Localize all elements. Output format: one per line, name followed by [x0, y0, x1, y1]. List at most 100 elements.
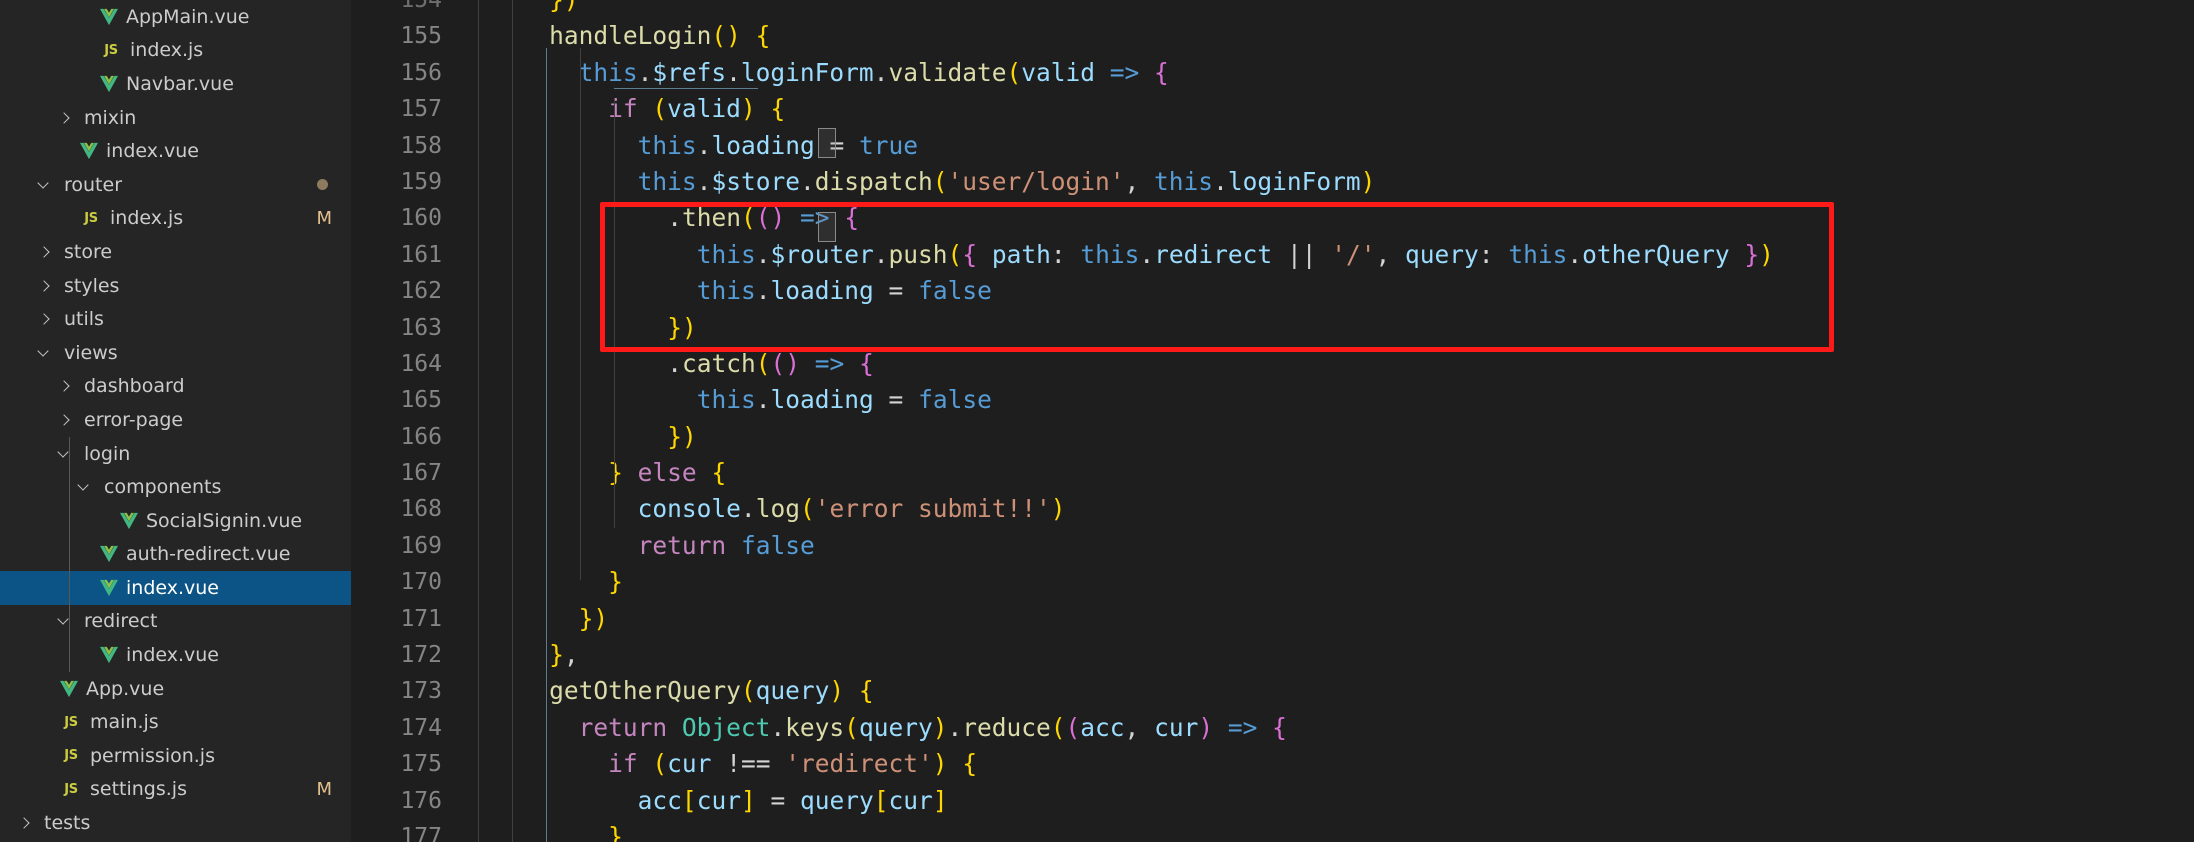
- editor-gutter: [464, 528, 486, 564]
- tree-item-dashboard[interactable]: dashboard: [0, 370, 352, 404]
- editor-gutter: [464, 491, 486, 527]
- tree-item-views[interactable]: views: [0, 336, 352, 370]
- overview-ruler[interactable]: [2174, 0, 2194, 842]
- editor-gutter: [464, 0, 486, 18]
- code-line[interactable]: 174 return Object.keys(query).reduce((ac…: [352, 710, 2194, 746]
- chevron-down-icon[interactable]: [50, 443, 78, 465]
- code-line[interactable]: 164 .catch(() => {: [352, 346, 2194, 382]
- tree-item-index-js[interactable]: JS index.js M: [0, 202, 352, 236]
- chevron-down-icon[interactable]: [30, 342, 58, 364]
- code-line-text: }): [486, 0, 2194, 18]
- tree-item-index-vue[interactable]: index.vue: [0, 571, 352, 605]
- chevron-right-icon[interactable]: [50, 375, 78, 397]
- tree-item-store[interactable]: store: [0, 235, 352, 269]
- code-line[interactable]: 155 handleLogin() {: [352, 18, 2194, 54]
- chevron-right-icon[interactable]: [10, 812, 38, 834]
- file-explorer-sidebar[interactable]: AppMain.vue JS index.js Navbar.vue mixin inde…: [0, 0, 352, 842]
- tree-item-appmain-vue[interactable]: AppMain.vue: [0, 0, 352, 34]
- js-file-icon: JS: [84, 210, 98, 226]
- code-line-text: return false: [637, 530, 815, 560]
- code-line[interactable]: 166 }): [352, 419, 2194, 455]
- code-line[interactable]: 165 this.loading = false: [352, 382, 2194, 418]
- tree-item-styles[interactable]: styles: [0, 269, 352, 303]
- tree-item-label: login: [84, 442, 131, 465]
- vue-file-icon: [58, 680, 80, 698]
- code-line[interactable]: 170 }: [352, 564, 2194, 600]
- tree-item-main-js[interactable]: JS main.js: [0, 705, 352, 739]
- tree-item-index-vue[interactable]: index.vue: [0, 638, 352, 672]
- editor-gutter: [464, 310, 486, 346]
- tree-item-utils[interactable]: utils: [0, 302, 352, 336]
- tree-item-label: components: [104, 476, 222, 499]
- code-line[interactable]: 154 }): [352, 0, 2194, 18]
- tree-item-login[interactable]: login: [0, 437, 352, 471]
- code-line[interactable]: 176 acc[cur] = query[cur]: [352, 783, 2194, 819]
- indent-guide-2: [512, 0, 513, 842]
- tree-item-navbar-vue[interactable]: Navbar.vue: [0, 67, 352, 101]
- code-line[interactable]: 163 }): [352, 310, 2194, 346]
- code-line[interactable]: 177 }: [352, 819, 2194, 842]
- code-line[interactable]: 156 this.$refs.loginForm.validate(valid …: [352, 55, 2194, 91]
- folder-modified-dot: [317, 179, 328, 191]
- line-number: 175: [400, 751, 442, 778]
- chevron-right-icon[interactable]: [30, 308, 58, 330]
- chevron-down-icon[interactable]: [50, 610, 78, 632]
- tree-item-components[interactable]: components: [0, 470, 352, 504]
- tree-item-socialsignin-vue[interactable]: SocialSignin.vue: [0, 504, 352, 538]
- code-line[interactable]: 169 return false: [352, 528, 2194, 564]
- tree-item-app-vue[interactable]: App.vue: [0, 672, 352, 706]
- file-tree[interactable]: AppMain.vue JS index.js Navbar.vue mixin inde…: [0, 0, 352, 842]
- code-line-text: handleLogin() {: [549, 21, 771, 51]
- code-line[interactable]: 162 this.loading = false: [352, 273, 2194, 309]
- tree-item-auth-redirect-vue[interactable]: auth-redirect.vue: [0, 538, 352, 572]
- code-line[interactable]: 167 } else {: [352, 455, 2194, 491]
- code-line[interactable]: 159 this.$store.dispatch('user/login', t…: [352, 164, 2194, 200]
- code-line-text: acc[cur] = query[cur]: [637, 785, 948, 815]
- tree-item-redirect[interactable]: redirect: [0, 605, 352, 639]
- editor-gutter: [464, 128, 486, 164]
- code-line[interactable]: 161 this.$router.push({ path: this.redir…: [352, 237, 2194, 273]
- editor-gutter: [464, 273, 486, 309]
- chevron-down-icon[interactable]: [30, 174, 58, 196]
- line-number: 165: [400, 387, 442, 414]
- vue-file-icon: [98, 545, 120, 563]
- line-number: 163: [400, 314, 442, 341]
- code-line[interactable]: 172 },: [352, 637, 2194, 673]
- tree-item-tests[interactable]: tests: [0, 806, 352, 840]
- editor-gutter: [464, 710, 486, 746]
- code-line[interactable]: 173 getOtherQuery(query) {: [352, 673, 2194, 709]
- vue-file-icon: [118, 512, 140, 530]
- tree-item-permission-js[interactable]: JS permission.js: [0, 739, 352, 773]
- tree-item-error-page[interactable]: error-page: [0, 403, 352, 437]
- bracket-match-highlight-2: [818, 212, 836, 242]
- code-editor[interactable]: 154 })155 handleLogin() {156 this.$refs.…: [352, 0, 2194, 842]
- js-file-icon: JS: [64, 748, 78, 764]
- chevron-down-icon[interactable]: [70, 476, 98, 498]
- line-number: 173: [400, 678, 442, 705]
- vue-file-icon: [98, 8, 120, 26]
- tree-item-label: main.js: [90, 711, 159, 734]
- code-line[interactable]: 175 if (cur !== 'redirect') {: [352, 746, 2194, 782]
- editor-gutter: [464, 237, 486, 273]
- tree-item-index-js[interactable]: JS index.js: [0, 34, 352, 68]
- code-line[interactable]: 157 if (valid) {: [352, 91, 2194, 127]
- line-number: 166: [400, 423, 442, 450]
- code-lines[interactable]: 154 })155 handleLogin() {156 this.$refs.…: [352, 0, 2194, 842]
- code-line[interactable]: 158 this.loading = true: [352, 128, 2194, 164]
- chevron-right-icon[interactable]: [50, 107, 78, 129]
- line-number: 161: [400, 241, 442, 268]
- chevron-right-icon[interactable]: [30, 241, 58, 263]
- code-line-text: this.$refs.loginForm.validate(valid => {: [578, 57, 1169, 87]
- chevron-right-icon[interactable]: [50, 409, 78, 431]
- tree-item-index-vue[interactable]: index.vue: [0, 134, 352, 168]
- code-line[interactable]: 168 console.log('error submit!!'): [352, 491, 2194, 527]
- tree-item-label: index.vue: [126, 576, 219, 599]
- tree-item-settings-js[interactable]: JS settings.js M: [0, 773, 352, 807]
- tree-item-mixin[interactable]: mixin: [0, 101, 352, 135]
- tree-item-router[interactable]: router: [0, 168, 352, 202]
- tree-item-label: settings.js: [90, 778, 187, 801]
- code-line[interactable]: 160 .then(() => {: [352, 200, 2194, 236]
- code-line[interactable]: 171 }): [352, 601, 2194, 637]
- chevron-right-icon[interactable]: [30, 275, 58, 297]
- js-file-icon: JS: [64, 781, 78, 797]
